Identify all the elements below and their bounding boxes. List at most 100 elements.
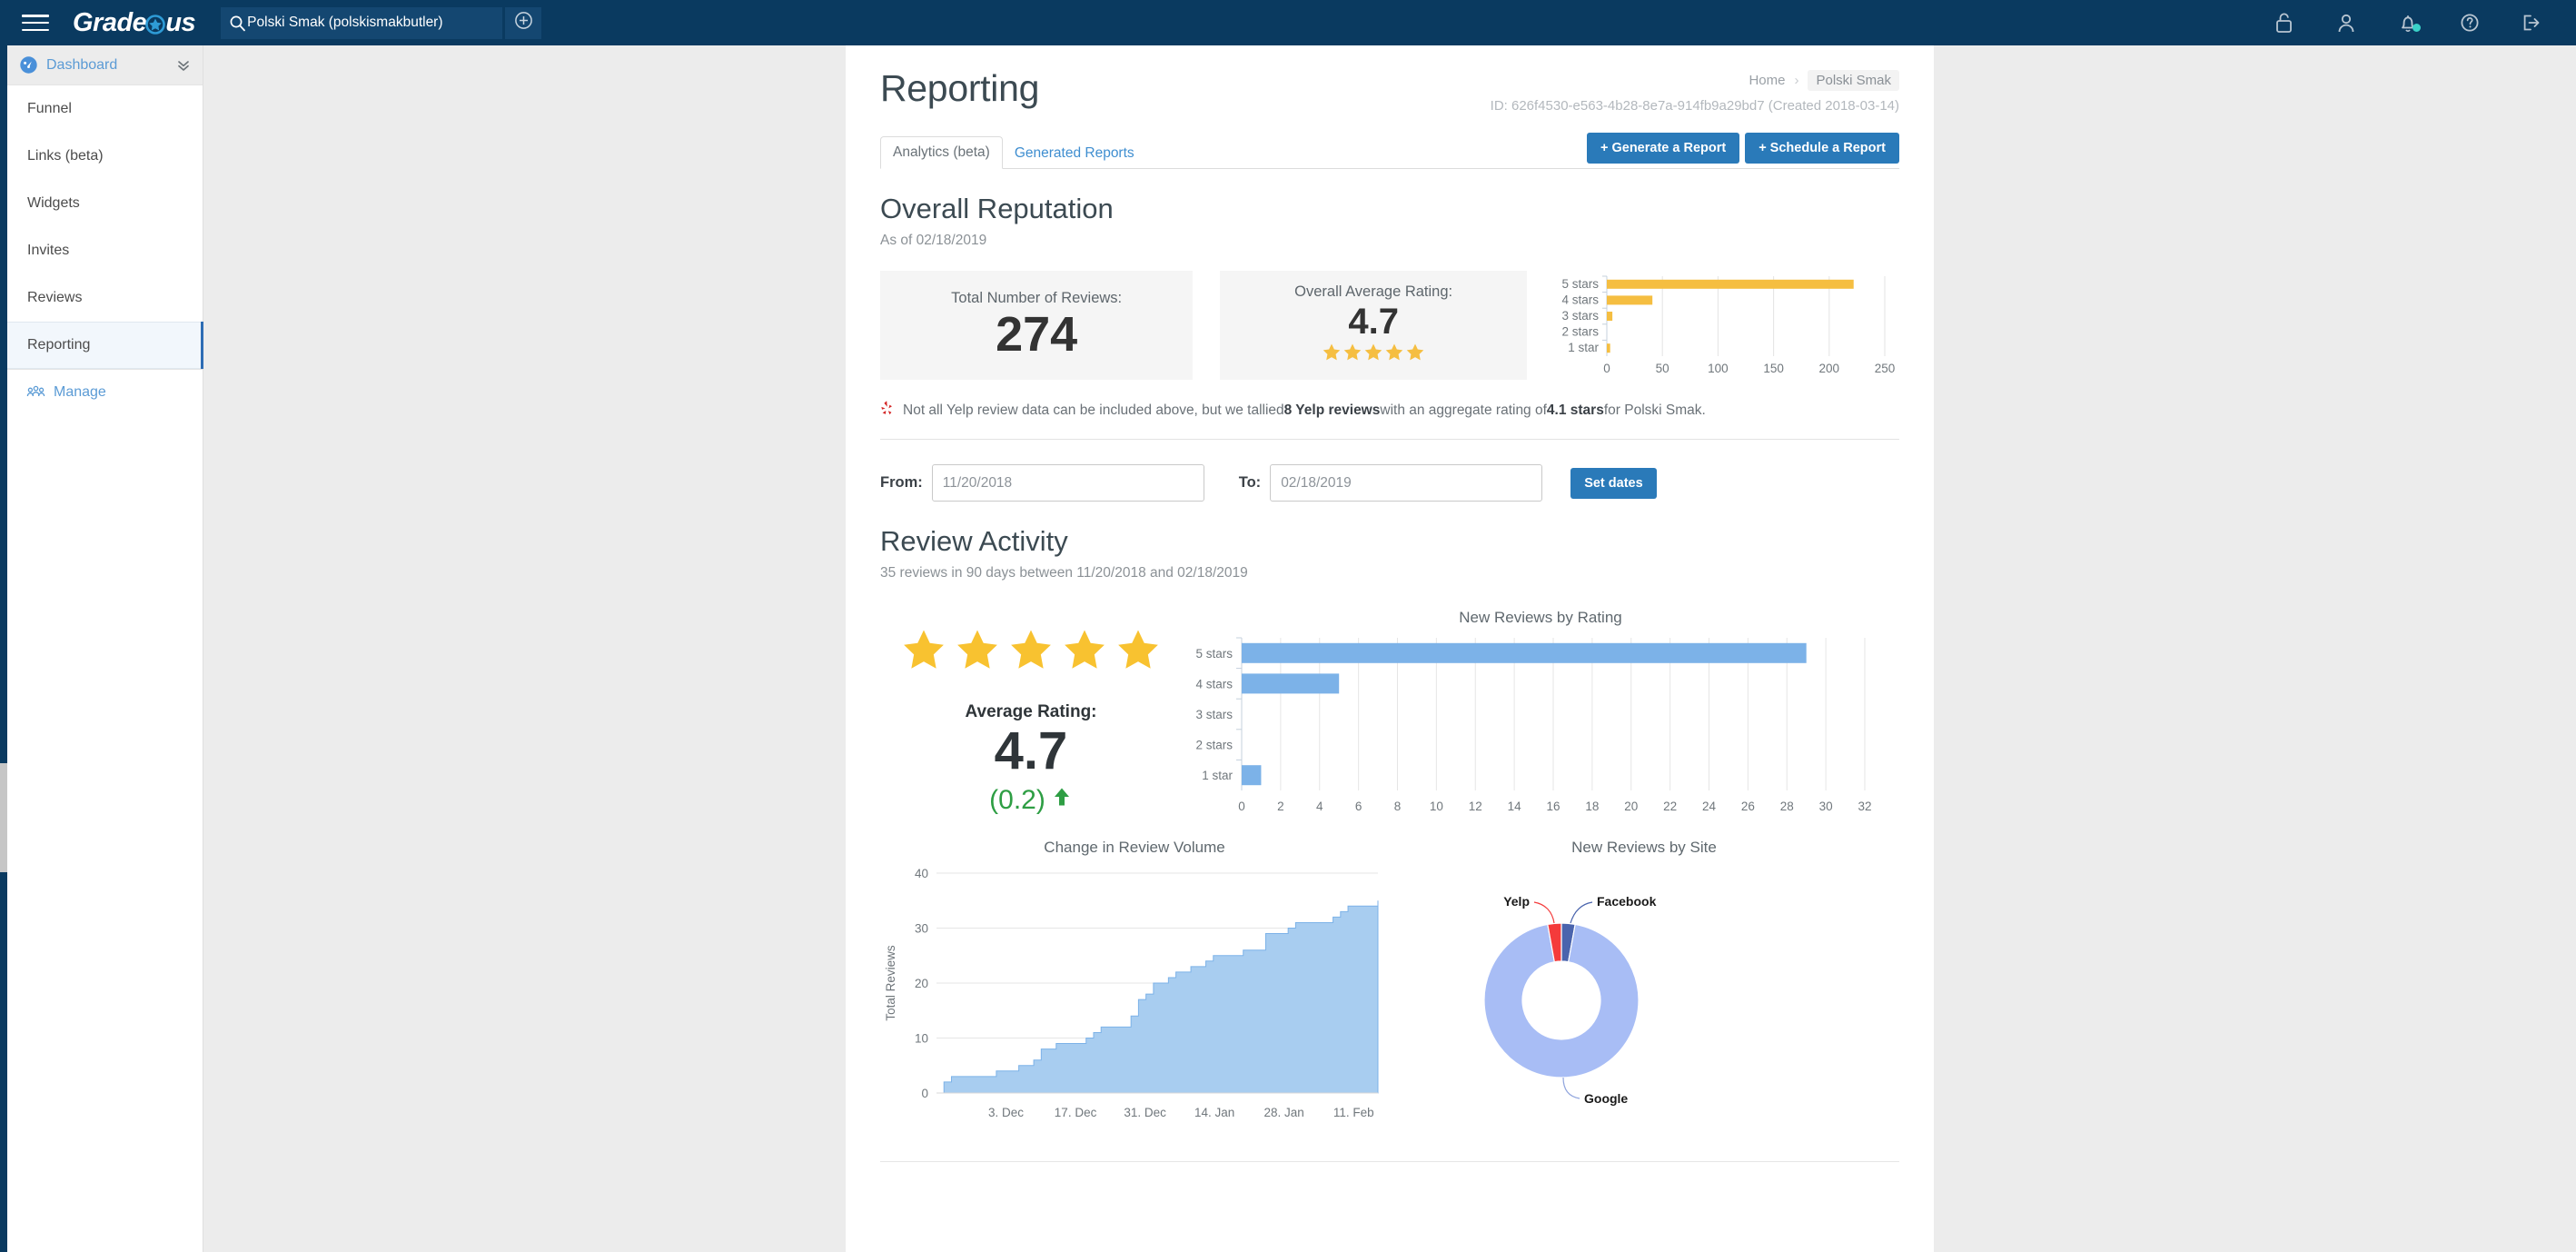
star-icon [1363, 343, 1383, 367]
star-icon [1405, 343, 1425, 367]
sidebar-item-dashboard[interactable]: Dashboard [7, 45, 203, 85]
bell-icon[interactable] [2396, 11, 2421, 35]
svg-text:5 stars: 5 stars [1561, 277, 1599, 291]
from-date-input[interactable] [931, 464, 1204, 502]
grade-us-logo[interactable]: Grade us [73, 7, 196, 38]
svg-text:30: 30 [915, 922, 928, 936]
svg-text:100: 100 [1708, 362, 1729, 375]
svg-text:150: 150 [1763, 362, 1784, 375]
yelp-note-part3: for Polski Smak. [1603, 402, 1706, 418]
svg-text:1 star: 1 star [1202, 769, 1233, 782]
svg-text:30: 30 [1819, 800, 1833, 813]
svg-text:2 stars: 2 stars [1561, 325, 1599, 339]
date-range-section: From: To: Set dates [846, 464, 1934, 502]
sidebar-item-label: Links (beta) [27, 147, 104, 164]
svg-text:32: 32 [1858, 800, 1871, 813]
svg-text:3. Dec: 3. Dec [988, 1106, 1024, 1119]
star-icon [1007, 627, 1055, 679]
hamburger-bar [22, 21, 49, 25]
svg-text:10: 10 [1430, 800, 1443, 813]
new-reviews-by-rating-chart: 0 2 4 6 8 10 12 14 16 18 20 22 24 26 28 30 32 5 stars 4 st… [1182, 627, 1899, 822]
sidebar-item-manage[interactable]: Manage [7, 369, 203, 416]
sidebar-item-funnel[interactable]: Funnel [7, 85, 203, 133]
sidebar-item-widgets[interactable]: Widgets [7, 180, 203, 227]
arrow-up-icon [1051, 785, 1073, 816]
svg-text:10: 10 [915, 1032, 928, 1046]
set-dates-button[interactable]: Set dates [1570, 467, 1657, 499]
top-nav-icon-group [2273, 11, 2543, 35]
schedule-report-button[interactable]: + Schedule a Report [1745, 133, 1899, 164]
yelp-data-note: Not all Yelp review data can be included… [880, 400, 1899, 421]
logo-text-us: us [165, 7, 196, 37]
svg-text:2 stars: 2 stars [1195, 739, 1233, 752]
svg-text:17. Dec: 17. Dec [1055, 1106, 1097, 1119]
svg-text:31. Dec: 31. Dec [1124, 1106, 1166, 1119]
sidebar-item-reviews[interactable]: Reviews [7, 274, 203, 322]
sidebar-item-label: Funnel [27, 100, 72, 116]
to-date-input[interactable] [1270, 464, 1543, 502]
sidebar-item-invites[interactable]: Invites [7, 227, 203, 274]
svg-text:4 stars: 4 stars [1561, 293, 1599, 306]
generate-report-button[interactable]: + Generate a Report [1586, 133, 1740, 164]
star-icon [1342, 343, 1362, 367]
chevron-double-down-icon[interactable] [176, 58, 191, 73]
svg-text:1 star: 1 star [1568, 341, 1599, 354]
plus-circle-icon [514, 11, 533, 35]
svg-text:28: 28 [1780, 800, 1794, 813]
sidebar-item-label: Invites [27, 242, 70, 258]
tab-analytics[interactable]: Analytics (beta) [880, 136, 1003, 170]
unlock-icon[interactable] [2273, 11, 2296, 35]
donut-label-google: Google [1584, 1091, 1628, 1106]
average-rating-delta: (0.2) [989, 785, 1073, 816]
review-activity-heading: Review Activity [880, 525, 1068, 558]
scrollbar-thumb[interactable] [0, 763, 7, 872]
star-icon [1061, 627, 1108, 679]
change-in-review-volume-chart: 0 10 20 30 40 Total Reviews 3. Dec 17. Dec 31. D… [880, 857, 1389, 1134]
review-activity-subheading: 35 reviews in 90 days between 11/20/2018… [880, 565, 1248, 581]
svg-text:200: 200 [1819, 362, 1840, 375]
search-input[interactable]: Polski Smak (polskismakbutler) [221, 6, 503, 39]
sidebar-item-list: Funnel Links (beta) Widgets Invites Reviews R… [7, 85, 203, 369]
page-header: Reporting Home › Polski Smak ID: 626f453… [846, 45, 1934, 114]
dashboard-gauge-icon [19, 55, 38, 75]
svg-text:250: 250 [1875, 362, 1896, 375]
person-icon[interactable] [2334, 11, 2358, 35]
sidebar-item-reporting[interactable]: Reporting [7, 322, 203, 369]
account-id-line: ID: 626f4530-e563-4b28-8e7a-914fb9a29bd7… [1490, 98, 1899, 114]
stat-cards-row: Total Number of Reviews: 274 Overall Ave… [880, 271, 1899, 381]
logout-icon[interactable] [2520, 11, 2543, 35]
star-icon [900, 627, 947, 679]
sidebar-navigation: Dashboard Funnel Links (beta) Widgets Invit… [7, 45, 203, 1252]
change-in-review-volume-title: Change in Review Volume [1044, 839, 1225, 857]
new-reviews-by-rating-block: New Reviews by Rating 0 2 4 6 8 10 12 14 16 18 20 2… [1182, 609, 1899, 822]
sidebar-item-links-beta[interactable]: Links (beta) [7, 133, 203, 180]
breadcrumb: Home › Polski Smak [1749, 70, 1899, 91]
svg-text:20: 20 [1624, 800, 1638, 813]
total-reviews-label: Total Number of Reviews: [951, 290, 1123, 307]
search-icon [229, 15, 246, 32]
yelp-note-bold1: 8 Yelp reviews [1283, 402, 1381, 418]
overall-reputation-heading: Overall Reputation [880, 193, 1114, 225]
help-circle-icon[interactable] [2458, 11, 2482, 35]
new-reviews-by-site-svg: Yelp Facebook Google [1483, 894, 1657, 1106]
tab-generated-reports[interactable]: Generated Reports [1003, 138, 1146, 169]
svg-text:18: 18 [1585, 800, 1599, 813]
change-in-review-volume-block: Change in Review Volume 0 10 20 30 40 Total R… [880, 839, 1389, 1134]
breadcrumb-home[interactable]: Home [1749, 73, 1785, 88]
add-account-button[interactable] [505, 6, 542, 39]
svg-text:0: 0 [1238, 800, 1245, 813]
svg-text:3 stars: 3 stars [1195, 708, 1233, 721]
hamburger-menu-icon[interactable] [22, 12, 49, 34]
svg-text:0: 0 [1603, 362, 1610, 375]
hamburger-bar [22, 15, 49, 17]
account-search: Polski Smak (polskismakbutler) [221, 6, 542, 39]
to-label: To: [1238, 474, 1262, 492]
average-rating-caption: Average Rating: [965, 702, 1097, 722]
search-input-value: Polski Smak (polskismakbutler) [247, 15, 443, 30]
svg-text:22: 22 [1663, 800, 1677, 813]
svg-text:3 stars: 3 stars [1561, 309, 1599, 323]
star-icon [1384, 343, 1404, 367]
sidebar-item-label: Reviews [27, 289, 83, 305]
svg-text:20: 20 [915, 977, 928, 990]
svg-text:50: 50 [1656, 362, 1669, 375]
